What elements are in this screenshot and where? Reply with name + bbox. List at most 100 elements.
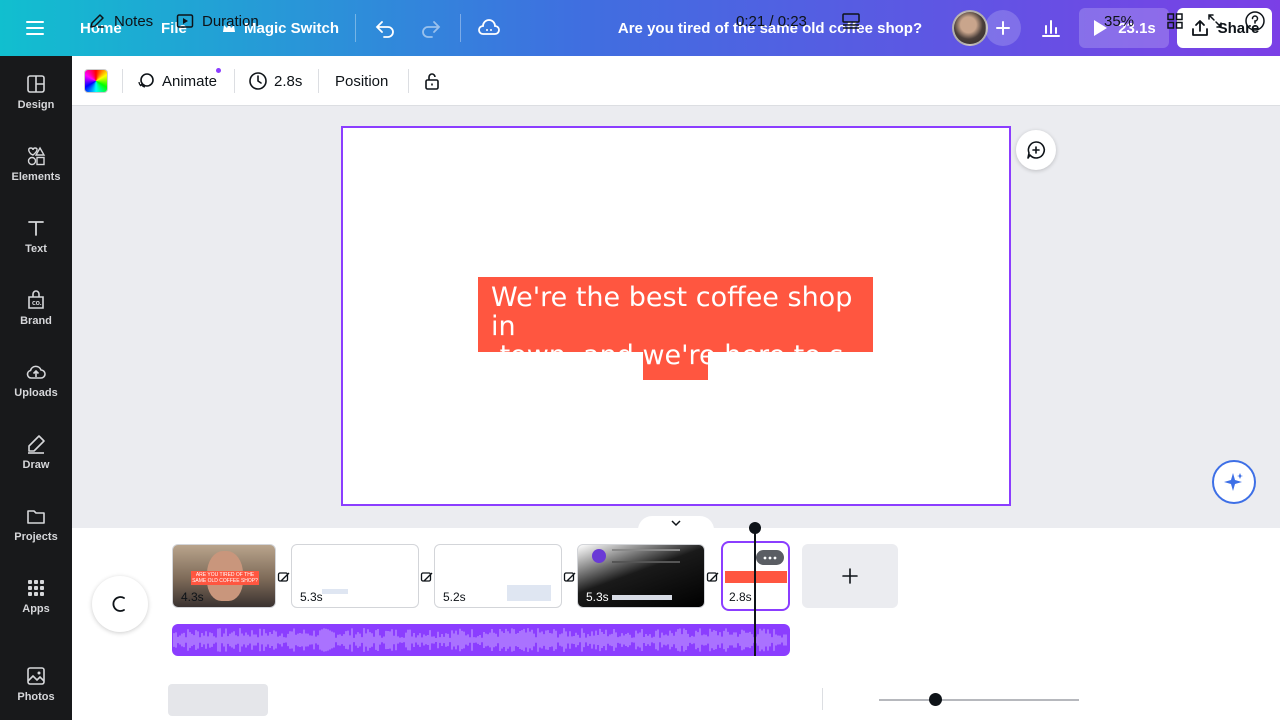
cloud-upload-icon <box>26 365 46 379</box>
more-icon <box>763 556 777 559</box>
lock-icon[interactable] <box>422 56 442 106</box>
duration-label: 2.8s <box>274 72 303 90</box>
sidebar-item-label: Elements <box>11 171 61 183</box>
clip-duration: 5.3s <box>300 590 323 604</box>
zoom-slider-handle[interactable] <box>929 693 942 706</box>
playhead[interactable] <box>754 530 756 656</box>
sidebar-item-label: Draw <box>22 459 50 471</box>
timeline-clip-2[interactable]: 5.3s <box>291 544 419 608</box>
clock-icon <box>249 72 267 90</box>
transition-icon <box>706 572 719 582</box>
new-dot <box>216 68 221 73</box>
comment-plus-icon <box>1027 141 1045 159</box>
undo-icon[interactable] <box>374 0 396 56</box>
layout-icon <box>27 75 45 93</box>
position-label: Position <box>335 72 389 90</box>
audio-waveform <box>173 628 787 652</box>
menu-icon[interactable] <box>24 0 46 56</box>
sidebar-item-design[interactable]: Design <box>0 60 72 124</box>
video-icon <box>176 14 194 28</box>
svg-text:CO.: CO. <box>32 301 42 307</box>
avatar[interactable] <box>952 10 988 46</box>
divider <box>822 688 823 710</box>
color-picker-button[interactable] <box>84 56 108 106</box>
add-collaborator-button[interactable] <box>985 10 1021 46</box>
notes-label: Notes <box>114 12 154 30</box>
magic-assistant-button[interactable] <box>1212 460 1256 504</box>
clip-duration: 5.2s <box>443 590 466 604</box>
animate-label: Animate <box>162 72 218 90</box>
zoom-slider-track[interactable] <box>879 699 1079 701</box>
plus-icon <box>996 21 1010 35</box>
grid-icon <box>28 580 44 596</box>
folder-icon <box>27 510 45 524</box>
sidebar-item-label: Photos <box>17 691 55 703</box>
collapse-timeline-button[interactable] <box>638 516 714 530</box>
transition-button-1[interactable] <box>276 569 292 585</box>
clip-more-button[interactable] <box>756 550 784 565</box>
chevron-down-icon <box>671 520 681 527</box>
redo-icon[interactable] <box>420 0 442 56</box>
timeline-clip-1[interactable]: ARE YOU TIRED OF THE SAME OLD COFFEE SHO… <box>172 544 276 608</box>
analytics-icon[interactable] <box>1040 0 1062 56</box>
color-swatch <box>84 69 108 93</box>
transition-button-3[interactable] <box>562 569 578 585</box>
layout-view-icon[interactable] <box>841 0 861 42</box>
sidebar-item-elements[interactable]: Elements <box>0 132 72 196</box>
sidebar-item-photos[interactable]: Photos <box>0 652 72 716</box>
notes-button[interactable]: Notes <box>88 0 153 42</box>
playhead-handle[interactable] <box>749 522 761 534</box>
image-icon <box>27 667 45 685</box>
add-comment-button[interactable] <box>1016 130 1056 170</box>
audio-track[interactable] <box>172 624 790 656</box>
fullscreen-icon[interactable] <box>1206 0 1224 42</box>
transition-button-2[interactable] <box>419 569 435 585</box>
sidebar-item-label: Text <box>25 243 47 255</box>
sidebar-item-text[interactable]: Text <box>0 204 72 268</box>
sparkle-icon <box>1224 473 1243 491</box>
shapes-icon <box>27 146 46 166</box>
clip-thumbnail-text <box>725 571 787 583</box>
duration-button-bg <box>168 684 268 716</box>
context-toolbar: Animate 2.8s Position <box>72 56 1280 106</box>
position-button[interactable]: Position <box>335 56 388 106</box>
add-page-button[interactable] <box>802 544 898 608</box>
clip-caption: ARE YOU TIRED OF THE SAME OLD COFFEE SHO… <box>191 571 259 585</box>
clip-duration: 2.8s <box>729 590 752 604</box>
grid-view-icon[interactable] <box>1166 0 1184 42</box>
help-icon[interactable] <box>1244 0 1266 42</box>
sidebar-item-label: Uploads <box>14 387 58 399</box>
plus-icon <box>842 568 858 584</box>
zoom-percentage[interactable]: 35% <box>1104 0 1134 42</box>
sidebar-item-uploads[interactable]: Uploads <box>0 348 72 412</box>
timeline-clip-4[interactable]: 5.3s <box>577 544 705 608</box>
timecode: 0:21 / 0:23 <box>736 12 807 30</box>
clip-thumbnail-text <box>612 595 672 600</box>
sidebar-item-projects[interactable]: Projects <box>0 492 72 556</box>
canvas-text[interactable]: We're the best coffee shop in town, and … <box>491 283 871 370</box>
animate-button[interactable]: Animate <box>136 56 221 106</box>
duration-toggle-button[interactable]: Duration <box>176 0 259 42</box>
transition-icon <box>563 572 576 582</box>
transition-icon <box>420 572 433 582</box>
timeline-clip-3[interactable]: 5.2s <box>434 544 562 608</box>
sidebar-item-label: Brand <box>20 315 52 327</box>
sidebar-item-label: Design <box>17 99 55 111</box>
text-icon <box>28 221 44 236</box>
pen-icon <box>28 435 45 454</box>
sidebar-item-label: Projects <box>14 531 58 543</box>
transition-button-4[interactable] <box>705 569 721 585</box>
sidebar-item-draw[interactable]: Draw <box>0 420 72 484</box>
clip-thumbnail-text <box>507 585 551 601</box>
duration-toggle-label: Duration <box>202 12 259 30</box>
sidebar-item-brand[interactable]: CO. Brand <box>0 276 72 340</box>
cloud-sync-icon[interactable] <box>477 0 501 56</box>
transition-icon <box>277 572 290 582</box>
clip-thumbnail-lines <box>612 549 680 563</box>
sidebar-item-label: Apps <box>22 603 50 615</box>
clip-thumbnail-text <box>322 589 348 594</box>
sidebar-item-apps[interactable]: Apps <box>0 564 72 628</box>
duration-button[interactable]: 2.8s <box>248 56 302 106</box>
brand-icon: CO. <box>28 290 44 309</box>
clip-duration: 5.3s <box>586 590 609 604</box>
